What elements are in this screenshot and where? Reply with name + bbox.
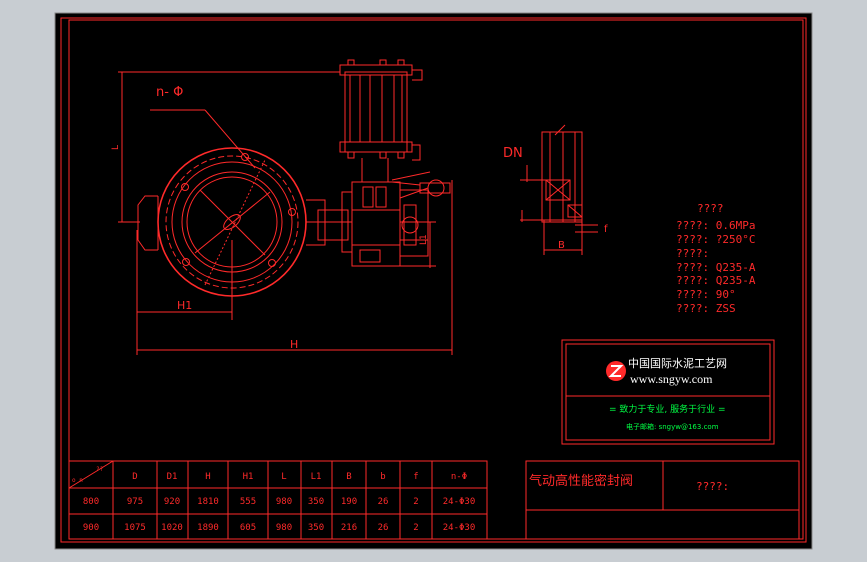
table-cell: 555 [240, 497, 256, 507]
table-cell: 800 [83, 497, 99, 507]
company-name: 中国国际水泥工艺网 [628, 357, 727, 370]
company-website: www.sngyw.com [630, 372, 713, 386]
table-cell: 350 [308, 523, 324, 533]
table-cell: 1890 [197, 523, 219, 533]
company-slogan: = 致力于专业, 服务于行业 = [609, 403, 726, 415]
table-corner-bottom: o n [72, 477, 83, 484]
table-cell: 920 [164, 497, 180, 507]
table-cell: 350 [308, 497, 324, 507]
note-line: ????: ZSS [676, 302, 736, 315]
table-cell: 900 [83, 523, 99, 533]
table-header-cell: b [380, 472, 385, 482]
company-email: 电子邮箱: sngyw@163.com [626, 422, 719, 431]
table-header-cell: L [281, 472, 286, 482]
notes-heading: ???? [697, 202, 724, 215]
drawing-title: 气动高性能密封阀 [529, 473, 633, 489]
note-line: ????: Q235-A [676, 274, 756, 287]
label-h1: H1 [177, 299, 192, 312]
company-logo-icon [606, 361, 626, 381]
drawing-code: ????: [696, 480, 729, 493]
note-line: ????: [676, 247, 709, 260]
table-cell: 216 [341, 523, 357, 533]
label-l1: L1 [419, 234, 429, 245]
label-f: f [604, 224, 608, 235]
table-header-cell: B [346, 472, 351, 482]
table-cell: 2 [413, 497, 418, 507]
label-h: H [290, 338, 298, 351]
table-cell: 980 [276, 497, 292, 507]
table-header-cell: D [132, 472, 137, 482]
label-l: L [111, 145, 121, 150]
table-cell: 2 [413, 523, 418, 533]
table-header-cell: H1 [243, 472, 254, 482]
table-cell: 605 [240, 523, 256, 533]
table-cell: 24-Φ30 [443, 523, 476, 533]
label-dn: DN [503, 146, 523, 161]
table-cell: 24-Φ30 [443, 497, 476, 507]
note-line: ????: ?250°C [676, 233, 755, 246]
table-cell: 190 [341, 497, 357, 507]
table-cell: 26 [378, 497, 389, 507]
table-cell: 1810 [197, 497, 219, 507]
table-header-cell: H [205, 472, 210, 482]
table-header-cell: D1 [167, 472, 178, 482]
table-cell: 1020 [161, 523, 183, 533]
table-corner-top: ?? [96, 466, 104, 473]
table-header-cell: n-Φ [451, 472, 467, 482]
cad-drawing-canvas: n- Φ DN H1 H B f L1 L ???? ????: 0.6MPa … [0, 0, 867, 562]
label-b: B [558, 240, 565, 251]
table-header-cell: f [413, 472, 418, 482]
table-cell: 1075 [124, 523, 146, 533]
table-cell: 975 [127, 497, 143, 507]
note-line: ????: Q235-A [676, 261, 756, 274]
table-cell: 26 [378, 523, 389, 533]
table-header-cell: L1 [311, 472, 322, 482]
note-line: ????: 90° [676, 288, 736, 301]
note-line: ????: 0.6MPa [676, 219, 755, 232]
label-n-phi: n- Φ [156, 85, 183, 100]
table-cell: 980 [276, 523, 292, 533]
